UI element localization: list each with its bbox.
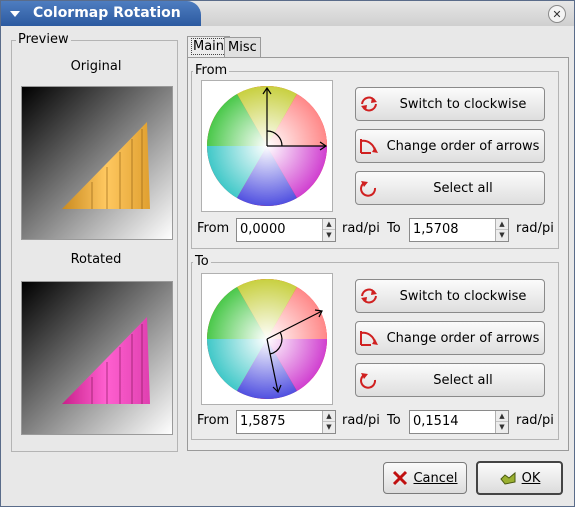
spin-up-icon[interactable]: ▲ bbox=[496, 411, 508, 422]
to-label: To bbox=[387, 221, 401, 236]
swap-arrows-icon bbox=[360, 331, 378, 346]
rotated-label: Rotated bbox=[70, 252, 122, 267]
rotate-arrows-icon bbox=[361, 288, 377, 304]
from-switch-clockwise-button[interactable]: Switch to clockwise bbox=[355, 87, 545, 121]
unit-label: rad/pi bbox=[516, 221, 554, 236]
unit-label: rad/pi bbox=[342, 221, 380, 236]
from-group-label: From bbox=[193, 63, 230, 78]
tab-misc[interactable]: Misc bbox=[224, 37, 261, 58]
from-color-wheel[interactable] bbox=[201, 80, 333, 212]
spin-up-icon[interactable]: ▲ bbox=[323, 219, 335, 230]
cancel-x-icon bbox=[393, 470, 408, 486]
rotate-arrows-icon bbox=[360, 181, 377, 197]
spin-up-icon[interactable]: ▲ bbox=[496, 219, 508, 230]
original-preview-image bbox=[21, 86, 173, 240]
to-group-label: To bbox=[193, 254, 211, 269]
spin-down-icon[interactable]: ▼ bbox=[496, 422, 508, 432]
to-switch-clockwise-button[interactable]: Switch to clockwise bbox=[355, 279, 545, 313]
swap-arrows-icon bbox=[360, 139, 378, 154]
window-menu-icon[interactable] bbox=[9, 9, 21, 19]
cancel-button[interactable]: Cancel bbox=[383, 462, 467, 494]
from-change-order-button[interactable]: Change order of arrows bbox=[355, 129, 545, 163]
unit-label: rad/pi bbox=[342, 413, 380, 428]
spin-up-icon[interactable]: ▲ bbox=[323, 411, 335, 422]
to-color-wheel[interactable] bbox=[201, 273, 333, 405]
from-start-spinbox[interactable]: 0,0000 ▲ ▼ bbox=[236, 218, 336, 242]
spin-down-icon[interactable]: ▼ bbox=[496, 230, 508, 240]
title-tab: Colormap Rotation bbox=[1, 1, 201, 26]
to-change-order-button[interactable]: Change order of arrows bbox=[355, 321, 545, 355]
title-bar: Colormap Rotation ✕ bbox=[1, 1, 574, 26]
rotate-arrows-icon bbox=[360, 373, 377, 389]
to-end-spinbox[interactable]: 0,1514 ▲ ▼ bbox=[409, 410, 509, 434]
close-icon[interactable]: ✕ bbox=[548, 5, 566, 23]
to-start-spinbox[interactable]: 1,5875 ▲ ▼ bbox=[236, 410, 336, 434]
spin-down-icon[interactable]: ▼ bbox=[323, 422, 335, 432]
from-select-all-button[interactable]: Select all bbox=[355, 171, 545, 205]
to-select-all-button[interactable]: Select all bbox=[355, 363, 545, 397]
ok-button[interactable]: OK bbox=[476, 461, 563, 495]
original-label: Original bbox=[70, 59, 122, 74]
from-end-spinbox[interactable]: 1,5708 ▲ ▼ bbox=[409, 218, 509, 242]
from-label: From bbox=[197, 413, 230, 428]
dialog-window: Colormap Rotation ✕ Preview Original Rot… bbox=[0, 0, 575, 507]
unit-label: rad/pi bbox=[516, 413, 554, 428]
from-label: From bbox=[197, 221, 230, 236]
preview-group-label: Preview bbox=[16, 32, 71, 47]
spin-down-icon[interactable]: ▼ bbox=[323, 230, 335, 240]
rotate-arrows-icon bbox=[361, 96, 377, 112]
to-label: To bbox=[387, 413, 401, 428]
window-title: Colormap Rotation bbox=[33, 5, 181, 21]
rotated-preview-image bbox=[21, 281, 173, 435]
ok-hand-icon bbox=[499, 471, 516, 485]
